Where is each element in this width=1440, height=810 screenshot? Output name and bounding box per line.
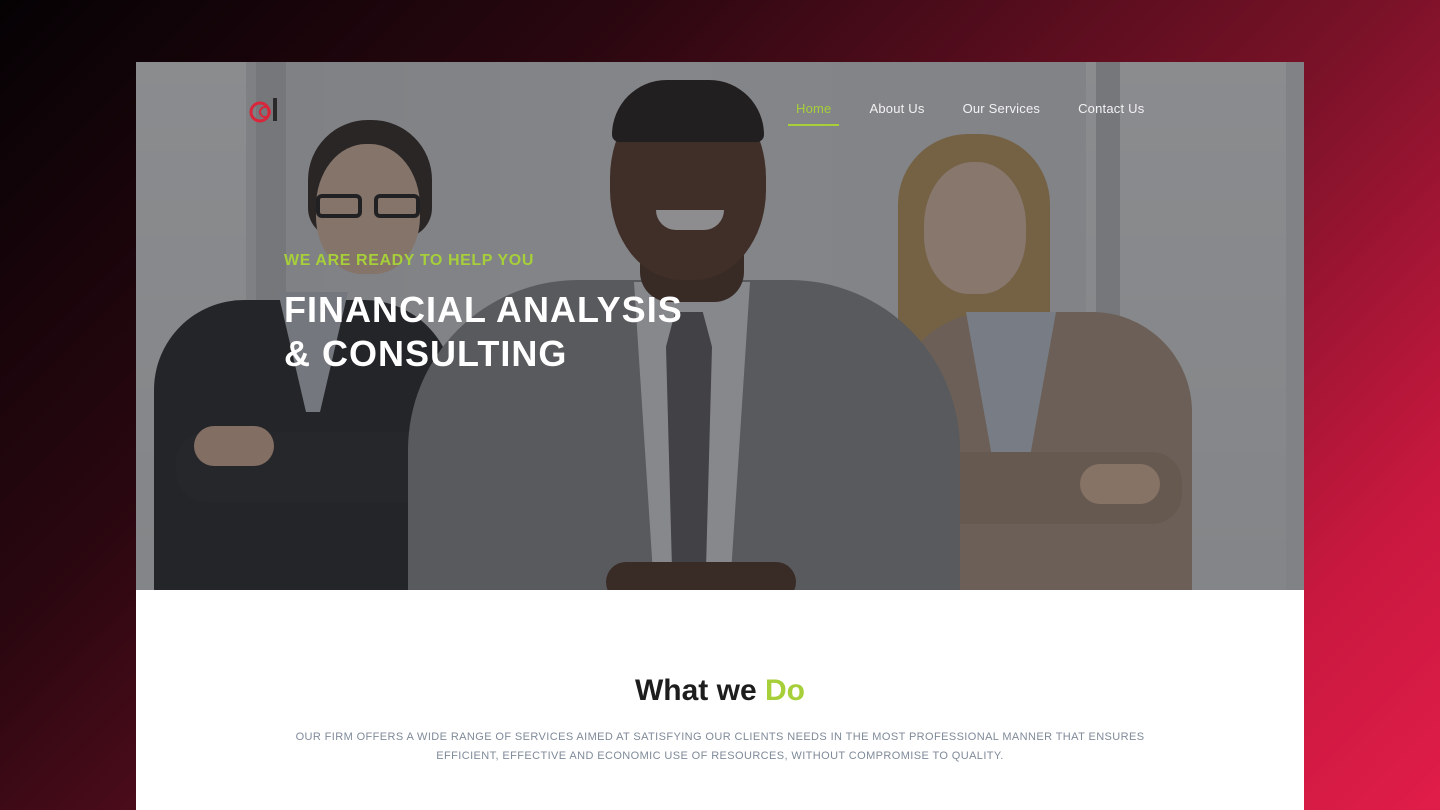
section-title-main: What we: [634, 674, 765, 707]
hero-section: Home About Us Our Services Contact Us WE…: [136, 62, 1304, 590]
nav-link-our-services[interactable]: Our Services: [955, 92, 1049, 124]
section-title-accent: Do: [765, 674, 805, 707]
company-logo[interactable]: [249, 96, 283, 126]
nav-link-home[interactable]: Home: [788, 92, 840, 126]
hero-kicker: WE ARE READY TO HELP YOU: [284, 252, 535, 269]
main-navigation: Home About Us Our Services Contact Us: [788, 92, 1174, 126]
website-frame: Home About Us Our Services Contact Us WE…: [136, 62, 1304, 810]
hero-headline-line-2: & CONSULTING: [284, 333, 568, 374]
hero-headline: FINANCIAL ANALYSIS & CONSULTING: [284, 288, 683, 376]
nav-link-about-us[interactable]: About Us: [861, 92, 932, 124]
hero-headline-line-1: FINANCIAL ANALYSIS: [284, 289, 683, 330]
section-title: What we Do: [136, 674, 1304, 708]
nav-link-contact-us[interactable]: Contact Us: [1070, 92, 1152, 124]
section-description: OUR FIRM OFFERS A WIDE RANGE OF SERVICES…: [295, 731, 1145, 762]
